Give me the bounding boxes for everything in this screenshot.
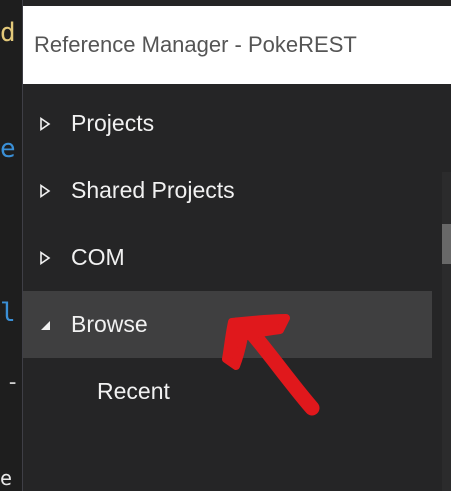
tree-item-browse[interactable]: Browse <box>23 291 432 358</box>
scrollbar[interactable] <box>442 172 451 491</box>
tree-item-label: Recent <box>97 378 170 404</box>
scrollbar-thumb[interactable] <box>442 224 451 264</box>
dialog-title-bar[interactable]: Reference Manager - PokeREST <box>23 6 451 84</box>
tree-item-recent[interactable]: Recent <box>23 358 432 425</box>
tree-item-label: Browse <box>71 311 148 337</box>
expand-triangle-icon[interactable] <box>38 250 52 265</box>
background-code-editor: d e l - e <box>0 0 22 491</box>
reference-manager-dialog: Reference Manager - PokeREST Projects Sh… <box>22 0 451 491</box>
collapse-triangle-icon[interactable] <box>38 319 52 331</box>
code-fragment: d <box>0 18 16 48</box>
screenshot-stage: d e l - e Reference Manager - PokeREST P… <box>0 0 451 491</box>
tree-item-projects[interactable]: Projects <box>23 90 432 157</box>
tree-item-label: Shared Projects <box>71 177 235 203</box>
expand-triangle-icon[interactable] <box>38 183 52 198</box>
reference-category-tree: Projects Shared Projects COM Browse Rece… <box>23 90 432 425</box>
tree-item-label: Projects <box>71 110 155 136</box>
code-fragment: e <box>0 134 16 164</box>
expand-triangle-icon[interactable] <box>38 116 52 131</box>
code-fragment: e <box>0 466 13 490</box>
code-fragment: l <box>0 298 16 328</box>
tree-item-label: COM <box>71 244 125 270</box>
tree-item-shared-projects[interactable]: Shared Projects <box>23 157 432 224</box>
tree-item-com[interactable]: COM <box>23 224 432 291</box>
code-fragment: - <box>6 370 20 395</box>
dialog-title: Reference Manager - PokeREST <box>34 32 357 57</box>
